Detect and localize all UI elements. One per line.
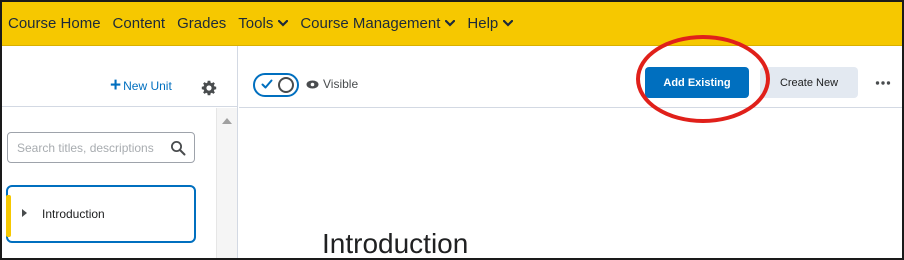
- nav-item-label: Help: [467, 15, 499, 32]
- unit-accent-bar: [6, 195, 11, 237]
- visibility-label: Visible: [323, 77, 359, 91]
- visibility-toggle[interactable]: [253, 73, 299, 97]
- nav-item-course-management[interactable]: Course Management: [300, 15, 456, 32]
- scroll-up-arrow-icon[interactable]: [222, 118, 232, 124]
- more-horizontal-icon[interactable]: [875, 80, 891, 86]
- create-new-button[interactable]: Create New: [760, 67, 858, 98]
- new-unit-label: New Unit: [123, 79, 172, 93]
- check-icon: [261, 79, 273, 89]
- nav-item-label: Tools: [238, 15, 274, 32]
- course-navbar: Course Home Content Grades Tools Course …: [2, 2, 902, 46]
- chevron-down-icon: [445, 20, 456, 27]
- search-input[interactable]: [17, 140, 167, 155]
- caret-right-icon[interactable]: [22, 209, 27, 217]
- nav-item-label: Course Management: [300, 15, 441, 32]
- nav-item-label: Course Home: [8, 15, 101, 32]
- toc-scrollbar[interactable]: [216, 108, 237, 258]
- eye-icon: [306, 80, 319, 88]
- app-frame: Course Home Content Grades Tools Course …: [0, 0, 904, 260]
- add-existing-button[interactable]: Add Existing: [645, 67, 749, 98]
- toc-toolbar: + New Unit: [2, 46, 237, 107]
- content-toolbar: Visible Add Existing Create New: [239, 46, 902, 108]
- chevron-down-icon: [503, 20, 514, 27]
- nav-item-help[interactable]: Help: [467, 15, 514, 32]
- toggle-knob: [278, 77, 294, 93]
- nav-item-grades[interactable]: Grades: [177, 15, 226, 32]
- search-box: [7, 132, 195, 163]
- gear-icon[interactable]: [201, 80, 217, 96]
- table-of-contents-panel: + New Unit Introduction: [2, 46, 238, 258]
- visibility-status: Visible: [306, 77, 358, 91]
- nav-item-tools[interactable]: Tools: [238, 15, 289, 32]
- content-title: Introduction: [322, 228, 469, 259]
- toc-unit-item[interactable]: Introduction: [6, 185, 196, 243]
- search-icon[interactable]: [170, 140, 186, 156]
- nav-item-label: Content: [112, 15, 166, 32]
- new-unit-button[interactable]: + New Unit: [110, 75, 172, 96]
- unit-label: Introduction: [42, 207, 105, 221]
- nav-item-content[interactable]: Content: [113, 15, 166, 32]
- nav-item-course-home[interactable]: Course Home: [8, 15, 101, 32]
- nav-item-label: Grades: [177, 15, 227, 32]
- chevron-down-icon: [278, 20, 289, 27]
- plus-icon: +: [110, 75, 122, 96]
